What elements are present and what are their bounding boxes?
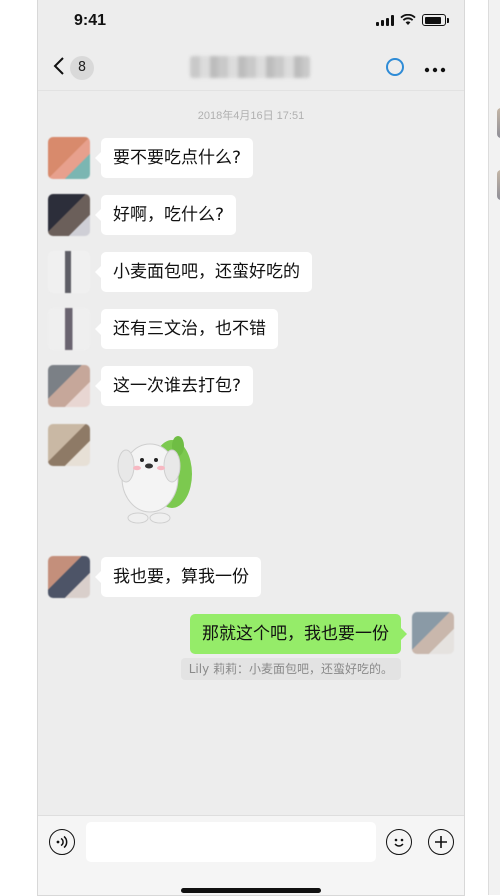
avatar[interactable] xyxy=(48,251,90,293)
status-time: 9:41 xyxy=(74,12,107,29)
next-screen-edge xyxy=(488,0,500,895)
avatar-self[interactable] xyxy=(412,612,454,654)
input-bar xyxy=(38,815,464,895)
voice-icon xyxy=(56,835,68,849)
message-bubble[interactable]: 我也要，算我一份 xyxy=(95,557,261,597)
avatar[interactable] xyxy=(48,137,90,179)
wifi-icon xyxy=(400,14,416,25)
emoji-button[interactable] xyxy=(386,829,412,855)
message-bubble[interactable]: 好啊，吃什么? xyxy=(94,195,237,235)
avatar[interactable] xyxy=(48,424,90,466)
sticker-dog-image[interactable] xyxy=(110,426,200,526)
chat-title-blurred xyxy=(190,56,310,78)
avatar[interactable] xyxy=(48,365,90,407)
phone-screen: 9:41 8 2018年4月16日 17:51 要不要吃点什么? 好啊，吃什么?… xyxy=(37,0,465,896)
voice-button[interactable] xyxy=(49,829,75,855)
chat-timestamp: 2018年4月16日 17:51 xyxy=(197,110,305,122)
status-bar: 9:41 xyxy=(38,0,464,44)
plus-icon xyxy=(435,836,447,848)
message-bubble[interactable]: 小麦面包吧，还蛮好吃的 xyxy=(95,252,312,292)
quoted-message[interactable]: Lily 莉莉：小麦面包吧，还蛮好吃的。 xyxy=(180,658,401,680)
unread-count-badge[interactable]: 8 xyxy=(70,56,94,80)
message-bubble-self[interactable]: 那就这个吧，我也要一份 xyxy=(190,614,407,654)
message-bubble[interactable]: 还有三文治，也不错 xyxy=(95,309,278,349)
avatar[interactable] xyxy=(48,308,90,350)
loading-ring-icon xyxy=(386,58,404,76)
home-indicator xyxy=(181,888,321,893)
message-bubble[interactable]: 这一次谁去打包? xyxy=(94,366,254,406)
battery-icon xyxy=(422,14,449,26)
more-icon xyxy=(424,67,446,73)
chat-header: 8 xyxy=(38,44,464,91)
more-button[interactable] xyxy=(424,54,446,78)
message-bubble[interactable]: 要不要吃点什么? xyxy=(94,138,254,178)
plus-button[interactable] xyxy=(428,829,454,855)
signal-icon xyxy=(376,14,394,26)
message-input[interactable] xyxy=(86,822,376,862)
chevron-left-icon xyxy=(53,57,64,75)
avatar[interactable] xyxy=(48,556,90,598)
status-icons xyxy=(376,14,449,26)
message-list[interactable]: 2018年4月16日 17:51 要不要吃点什么? 好啊，吃什么? 小麦面包吧，… xyxy=(38,91,464,815)
avatar[interactable] xyxy=(48,194,90,236)
emoji-icon xyxy=(394,838,404,847)
